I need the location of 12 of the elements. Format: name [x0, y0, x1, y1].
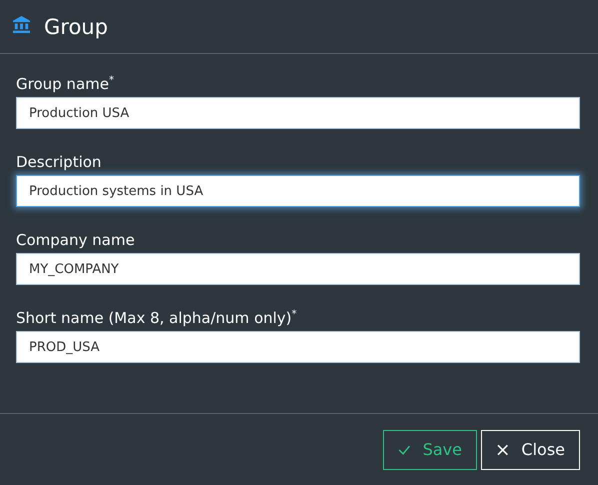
bank-icon	[12, 15, 31, 34]
input-field[interactable]: Production systems in USA	[16, 175, 580, 207]
field-label: Company name	[16, 230, 136, 251]
dialog-title: Group	[44, 14, 108, 38]
input-field[interactable]: PROD_USA	[16, 331, 580, 363]
field-label: Short name (Max 8, alpha/num only)$^{*}$	[16, 308, 298, 329]
close-button[interactable]: Close	[481, 430, 580, 470]
save-button[interactable]: Save	[383, 430, 477, 470]
field-label: Group name$^{*}$	[16, 74, 115, 95]
input-field[interactable]: Production USA	[16, 97, 580, 129]
field-label: Description	[16, 152, 102, 173]
input-field[interactable]: MY_COMPANY	[16, 253, 580, 285]
